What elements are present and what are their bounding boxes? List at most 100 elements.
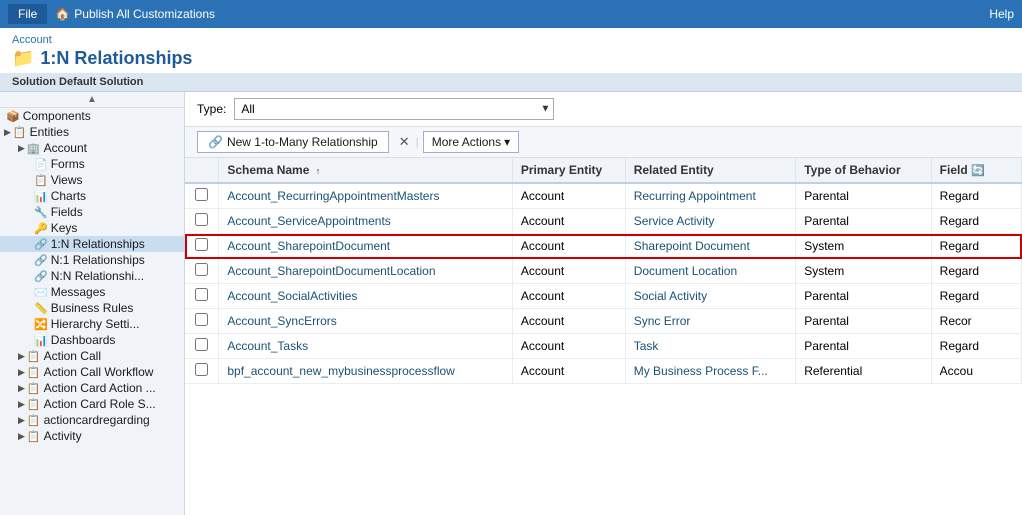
- sidebar-item-business-rules[interactable]: 📏Business Rules: [0, 300, 184, 316]
- col-header-check: [185, 158, 219, 183]
- sidebar-item-hierarchy[interactable]: 🔀Hierarchy Setti...: [0, 316, 184, 332]
- row-checkbox[interactable]: [195, 263, 208, 276]
- tree-item-icon: ✉️: [34, 286, 48, 299]
- sidebar-item-forms[interactable]: 📄Forms: [0, 156, 184, 172]
- tree-item-icon: 📋: [13, 126, 27, 139]
- row-checkbox[interactable]: [195, 363, 208, 376]
- col-header-related[interactable]: Related Entity: [625, 158, 796, 183]
- sidebar-item-components[interactable]: 📦Components: [0, 108, 184, 124]
- page-title: 1:N Relationships: [40, 48, 192, 69]
- table-row[interactable]: Account_SocialActivitiesAccountSocial Ac…: [185, 284, 1022, 309]
- new-icon: 🔗: [208, 135, 223, 149]
- sidebar-item-label: Messages: [51, 285, 106, 299]
- row-checkbox[interactable]: [195, 213, 208, 226]
- expand-arrow: ▶: [18, 415, 25, 426]
- tree-item-icon: 📋: [27, 414, 41, 427]
- sidebar-item-account[interactable]: ▶🏢Account: [0, 140, 184, 156]
- sidebar-item-fields[interactable]: 🔧Fields: [0, 204, 184, 220]
- tree-item-icon: 📋: [27, 382, 41, 395]
- sidebar-item-label: Views: [51, 173, 83, 187]
- row-field: Regard: [931, 183, 1021, 209]
- sidebar-item-entities[interactable]: ▶📋Entities: [0, 124, 184, 140]
- row-checkbox[interactable]: [195, 313, 208, 326]
- row-checkbox[interactable]: [195, 288, 208, 301]
- table-row[interactable]: Account_SharepointDocumentAccountSharepo…: [185, 234, 1022, 259]
- row-schema[interactable]: Account_SyncErrors: [219, 309, 512, 334]
- sidebar-item-label: N:1 Relationships: [51, 253, 145, 267]
- expand-arrow: ▶: [18, 351, 25, 362]
- sidebar-item-action-call[interactable]: ▶📋Action Call: [0, 348, 184, 364]
- row-schema[interactable]: Account_ServiceAppointments: [219, 209, 512, 234]
- publish-button[interactable]: 🏠 Publish All Customizations: [55, 7, 215, 21]
- sidebar-item-label: 1:N Relationships: [51, 237, 145, 251]
- tree-item-icon: 📋: [27, 366, 41, 379]
- table-row[interactable]: Account_ServiceAppointmentsAccountServic…: [185, 209, 1022, 234]
- more-actions-button[interactable]: More Actions ▾: [423, 131, 519, 153]
- row-behavior: Parental: [796, 183, 931, 209]
- table-row[interactable]: Account_SyncErrorsAccountSync ErrorParen…: [185, 309, 1022, 334]
- right-content: Type: All Custom Standard ▼ 🔗 New 1-to-M…: [185, 92, 1022, 515]
- sidebar-item-dashboards[interactable]: 📊Dashboards: [0, 332, 184, 348]
- sidebar-item-n1-relationships[interactable]: 🔗N:1 Relationships: [0, 252, 184, 268]
- sidebar-item-label: N:N Relationshi...: [51, 269, 144, 283]
- tree-item-icon: 📋: [27, 398, 41, 411]
- breadcrumb[interactable]: Account: [12, 34, 52, 46]
- sidebar-tree: 📦Components▶📋Entities▶🏢Account 📄Forms 📋V…: [0, 108, 184, 444]
- delete-button[interactable]: ✕: [393, 131, 416, 153]
- row-checkbox-cell: [185, 309, 219, 334]
- col-header-field[interactable]: Field 🔄: [931, 158, 1021, 183]
- refresh-icon[interactable]: 🔄: [971, 165, 985, 177]
- row-schema[interactable]: Account_RecurringAppointmentMasters: [219, 183, 512, 209]
- expand-arrow: ▶: [18, 367, 25, 378]
- sidebar-item-actioncardregarding[interactable]: ▶📋actioncardregarding: [0, 412, 184, 428]
- row-schema[interactable]: bpf_account_new_mybusinessprocessflow: [219, 359, 512, 384]
- row-behavior: Parental: [796, 209, 931, 234]
- table-row[interactable]: Account_SharepointDocumentLocationAccoun…: [185, 259, 1022, 284]
- sidebar-item-action-card-action[interactable]: ▶📋Action Card Action ...: [0, 380, 184, 396]
- row-related: Social Activity: [625, 284, 796, 309]
- row-schema[interactable]: Account_Tasks: [219, 334, 512, 359]
- sidebar-item-messages[interactable]: ✉️Messages: [0, 284, 184, 300]
- row-checkbox-cell: [185, 259, 219, 284]
- sidebar-item-action-call-workflow[interactable]: ▶📋Action Call Workflow: [0, 364, 184, 380]
- type-row: Type: All Custom Standard ▼: [185, 92, 1022, 127]
- sidebar-item-nn-relationships[interactable]: 🔗N:N Relationshi...: [0, 268, 184, 284]
- col-header-schema[interactable]: Schema Name ↑: [219, 158, 512, 183]
- new-relationship-button[interactable]: 🔗 New 1-to-Many Relationship: [197, 131, 389, 153]
- expand-arrow: ▶: [18, 143, 25, 154]
- row-checkbox[interactable]: [195, 238, 208, 251]
- type-label: Type:: [197, 102, 226, 116]
- sidebar-item-action-card-role[interactable]: ▶📋Action Card Role S...: [0, 396, 184, 412]
- sidebar-item-keys[interactable]: 🔑Keys: [0, 220, 184, 236]
- tree-item-icon: 📏: [34, 302, 48, 315]
- sidebar-item-1n-relationships[interactable]: 🔗1:N Relationships: [0, 236, 184, 252]
- col-header-behavior[interactable]: Type of Behavior: [796, 158, 931, 183]
- row-schema[interactable]: Account_SocialActivities: [219, 284, 512, 309]
- row-checkbox[interactable]: [195, 188, 208, 201]
- help-button[interactable]: Help: [989, 7, 1014, 21]
- type-select[interactable]: All Custom Standard: [234, 98, 554, 120]
- sidebar-scroll-up[interactable]: ▲: [0, 92, 184, 108]
- file-button[interactable]: File: [8, 4, 47, 24]
- col-header-primary[interactable]: Primary Entity: [512, 158, 625, 183]
- sidebar-item-views[interactable]: 📋Views: [0, 172, 184, 188]
- row-schema[interactable]: Account_SharepointDocument: [219, 234, 512, 259]
- row-checkbox-cell: [185, 234, 219, 259]
- row-schema[interactable]: Account_SharepointDocumentLocation: [219, 259, 512, 284]
- row-primary: Account: [512, 234, 625, 259]
- row-checkbox[interactable]: [195, 338, 208, 351]
- table-row[interactable]: bpf_account_new_mybusinessprocessflowAcc…: [185, 359, 1022, 384]
- sidebar-item-label: Action Call Workflow: [44, 365, 154, 379]
- tree-item-icon: 📋: [34, 174, 48, 187]
- sidebar-item-label: Fields: [51, 205, 83, 219]
- row-checkbox-cell: [185, 183, 219, 209]
- tree-item-icon: 🏢: [27, 142, 41, 155]
- table-row[interactable]: Account_TasksAccountTaskParentalRegard: [185, 334, 1022, 359]
- tree-item-icon: 📋: [27, 350, 41, 363]
- sidebar-item-charts[interactable]: 📊Charts: [0, 188, 184, 204]
- table-row[interactable]: Account_RecurringAppointmentMastersAccou…: [185, 183, 1022, 209]
- sidebar-item-label: Action Card Action ...: [44, 381, 156, 395]
- tree-item-icon: 🔗: [34, 238, 48, 251]
- expand-arrow: ▶: [4, 127, 11, 138]
- sidebar-item-activity[interactable]: ▶📋Activity: [0, 428, 184, 444]
